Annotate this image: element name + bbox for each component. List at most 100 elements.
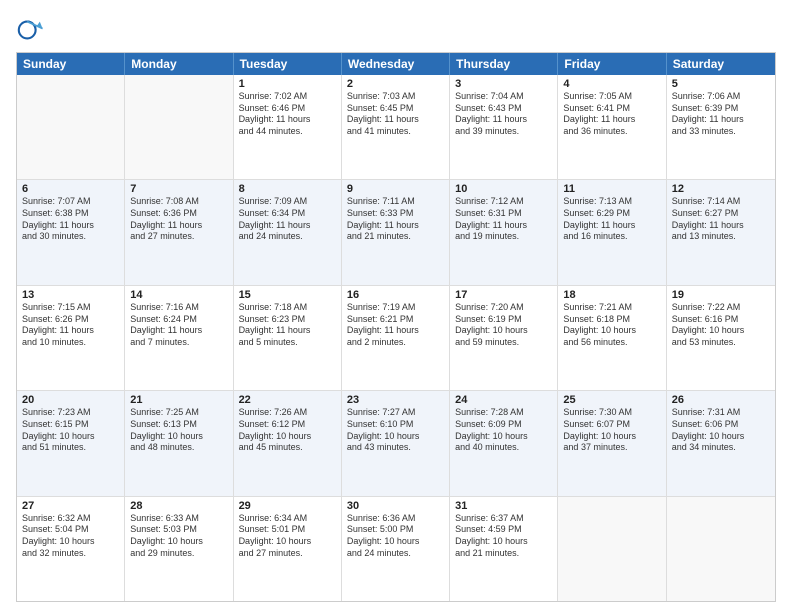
weekday-header: Thursday (450, 53, 558, 75)
calendar-body: 1Sunrise: 7:02 AMSunset: 6:46 PMDaylight… (17, 75, 775, 601)
cell-info-line: Sunrise: 7:20 AM (455, 302, 552, 314)
cell-info-line: Sunset: 5:01 PM (239, 524, 336, 536)
day-number: 21 (130, 394, 227, 406)
day-number: 9 (347, 183, 444, 195)
cell-info-line: Daylight: 11 hours (563, 220, 660, 232)
cell-info-line: Sunrise: 7:07 AM (22, 196, 119, 208)
cell-info-line: Daylight: 11 hours (672, 220, 770, 232)
day-number: 25 (563, 394, 660, 406)
header (16, 16, 776, 44)
logo-icon (16, 16, 44, 44)
cell-info-line: Daylight: 11 hours (130, 220, 227, 232)
cell-info-line: and 21 minutes. (455, 548, 552, 560)
calendar-cell: 13Sunrise: 7:15 AMSunset: 6:26 PMDayligh… (17, 286, 125, 390)
calendar-cell: 24Sunrise: 7:28 AMSunset: 6:09 PMDayligh… (450, 391, 558, 495)
cell-info-line: Sunrise: 7:04 AM (455, 91, 552, 103)
cell-info-line: and 44 minutes. (239, 126, 336, 138)
cell-info-line: Sunrise: 7:13 AM (563, 196, 660, 208)
cell-info-line: Daylight: 11 hours (22, 325, 119, 337)
calendar-cell: 27Sunrise: 6:32 AMSunset: 5:04 PMDayligh… (17, 497, 125, 601)
cell-info-line: Sunrise: 7:15 AM (22, 302, 119, 314)
day-number: 6 (22, 183, 119, 195)
cell-info-line: Sunset: 6:23 PM (239, 314, 336, 326)
logo (16, 16, 48, 44)
cell-info-line: and 39 minutes. (455, 126, 552, 138)
day-number: 15 (239, 289, 336, 301)
cell-info-line: Sunset: 6:09 PM (455, 419, 552, 431)
day-number: 5 (672, 78, 770, 90)
calendar-cell: 3Sunrise: 7:04 AMSunset: 6:43 PMDaylight… (450, 75, 558, 179)
cell-info-line: Sunset: 6:10 PM (347, 419, 444, 431)
cell-info-line: Sunrise: 7:16 AM (130, 302, 227, 314)
cell-info-line: and 7 minutes. (130, 337, 227, 349)
cell-info-line: and 21 minutes. (347, 231, 444, 243)
cell-info-line: Daylight: 10 hours (563, 325, 660, 337)
day-number: 28 (130, 500, 227, 512)
calendar-cell: 11Sunrise: 7:13 AMSunset: 6:29 PMDayligh… (558, 180, 666, 284)
cell-info-line: Sunrise: 7:12 AM (455, 196, 552, 208)
calendar-cell: 20Sunrise: 7:23 AMSunset: 6:15 PMDayligh… (17, 391, 125, 495)
calendar-cell: 7Sunrise: 7:08 AMSunset: 6:36 PMDaylight… (125, 180, 233, 284)
cell-info-line: and 51 minutes. (22, 442, 119, 454)
calendar-cell: 4Sunrise: 7:05 AMSunset: 6:41 PMDaylight… (558, 75, 666, 179)
day-number: 12 (672, 183, 770, 195)
cell-info-line: and 24 minutes. (239, 231, 336, 243)
cell-info-line: Sunset: 6:39 PM (672, 103, 770, 115)
calendar-cell: 12Sunrise: 7:14 AMSunset: 6:27 PMDayligh… (667, 180, 775, 284)
cell-info-line: and 43 minutes. (347, 442, 444, 454)
cell-info-line: Sunset: 6:21 PM (347, 314, 444, 326)
weekday-header: Tuesday (234, 53, 342, 75)
calendar-cell: 31Sunrise: 6:37 AMSunset: 4:59 PMDayligh… (450, 497, 558, 601)
cell-info-line: Daylight: 11 hours (455, 114, 552, 126)
cell-info-line: Daylight: 10 hours (672, 325, 770, 337)
calendar-row: 1Sunrise: 7:02 AMSunset: 6:46 PMDaylight… (17, 75, 775, 179)
cell-info-line: Daylight: 10 hours (22, 431, 119, 443)
calendar-cell: 22Sunrise: 7:26 AMSunset: 6:12 PMDayligh… (234, 391, 342, 495)
cell-info-line: Sunset: 6:45 PM (347, 103, 444, 115)
day-number: 22 (239, 394, 336, 406)
cell-info-line: Sunrise: 7:25 AM (130, 407, 227, 419)
cell-info-line: Daylight: 11 hours (239, 114, 336, 126)
cell-info-line: and 56 minutes. (563, 337, 660, 349)
cell-info-line: Sunset: 5:00 PM (347, 524, 444, 536)
cell-info-line: Daylight: 10 hours (672, 431, 770, 443)
cell-info-line: Sunset: 6:41 PM (563, 103, 660, 115)
cell-info-line: and 45 minutes. (239, 442, 336, 454)
calendar-cell: 6Sunrise: 7:07 AMSunset: 6:38 PMDaylight… (17, 180, 125, 284)
cell-info-line: Sunrise: 6:34 AM (239, 513, 336, 525)
cell-info-line: Sunrise: 7:06 AM (672, 91, 770, 103)
cell-info-line: Sunset: 6:12 PM (239, 419, 336, 431)
cell-info-line: and 2 minutes. (347, 337, 444, 349)
calendar-cell: 16Sunrise: 7:19 AMSunset: 6:21 PMDayligh… (342, 286, 450, 390)
day-number: 2 (347, 78, 444, 90)
cell-info-line: Sunset: 6:36 PM (130, 208, 227, 220)
cell-info-line: Sunset: 6:27 PM (672, 208, 770, 220)
cell-info-line: Daylight: 10 hours (22, 536, 119, 548)
day-number: 23 (347, 394, 444, 406)
day-number: 29 (239, 500, 336, 512)
cell-info-line: Sunrise: 6:32 AM (22, 513, 119, 525)
cell-info-line: Sunrise: 7:21 AM (563, 302, 660, 314)
calendar-cell: 28Sunrise: 6:33 AMSunset: 5:03 PMDayligh… (125, 497, 233, 601)
calendar-cell: 19Sunrise: 7:22 AMSunset: 6:16 PMDayligh… (667, 286, 775, 390)
weekday-header: Monday (125, 53, 233, 75)
calendar-cell: 23Sunrise: 7:27 AMSunset: 6:10 PMDayligh… (342, 391, 450, 495)
cell-info-line: Sunset: 6:15 PM (22, 419, 119, 431)
cell-info-line: Sunrise: 7:03 AM (347, 91, 444, 103)
cell-info-line: Daylight: 11 hours (455, 220, 552, 232)
day-number: 11 (563, 183, 660, 195)
cell-info-line: Sunrise: 7:28 AM (455, 407, 552, 419)
day-number: 4 (563, 78, 660, 90)
calendar-row: 13Sunrise: 7:15 AMSunset: 6:26 PMDayligh… (17, 285, 775, 390)
cell-info-line: Sunset: 6:38 PM (22, 208, 119, 220)
calendar-cell: 29Sunrise: 6:34 AMSunset: 5:01 PMDayligh… (234, 497, 342, 601)
cell-info-line: Sunrise: 6:33 AM (130, 513, 227, 525)
cell-info-line: Sunrise: 7:14 AM (672, 196, 770, 208)
cell-info-line: Sunset: 6:46 PM (239, 103, 336, 115)
calendar-row: 27Sunrise: 6:32 AMSunset: 5:04 PMDayligh… (17, 496, 775, 601)
calendar-cell (667, 497, 775, 601)
day-number: 7 (130, 183, 227, 195)
cell-info-line: and 33 minutes. (672, 126, 770, 138)
cell-info-line: Sunset: 4:59 PM (455, 524, 552, 536)
cell-info-line: Daylight: 11 hours (239, 325, 336, 337)
